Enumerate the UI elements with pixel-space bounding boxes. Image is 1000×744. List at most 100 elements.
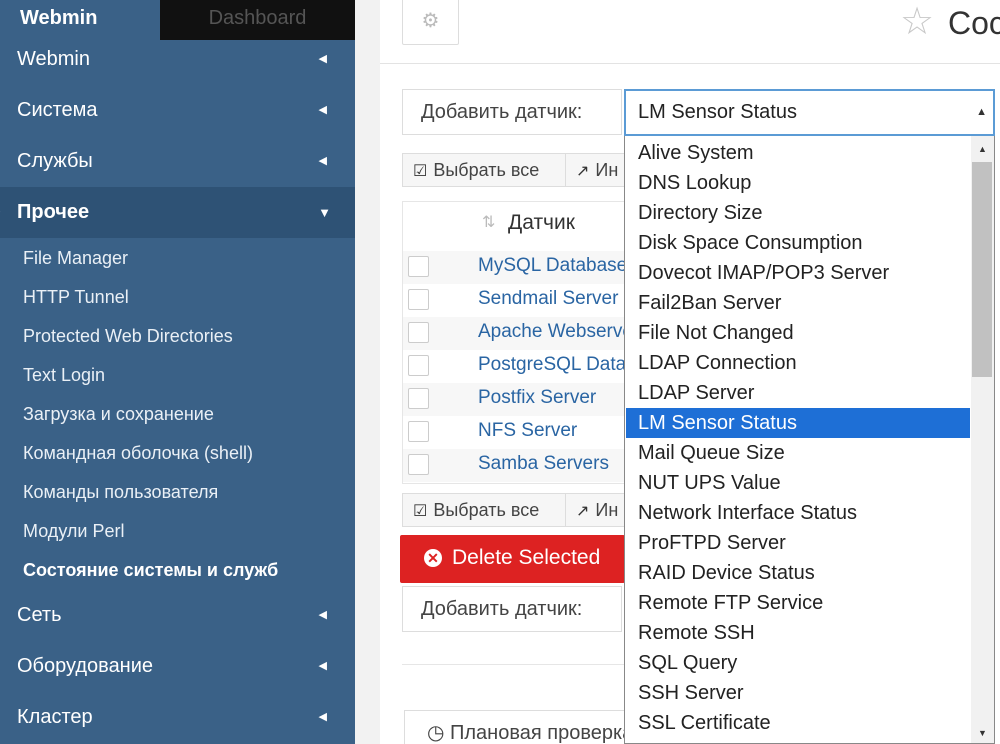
divider [402, 664, 642, 665]
table-row: Samba Servers [403, 449, 629, 482]
caret-left-icon: ◀ [318, 711, 327, 723]
sidebar: Webmin Dashboard • Webmin ◀ • Система ◀ … [0, 0, 355, 744]
category-label: Кластер [17, 706, 93, 728]
sidebar-category-webmin[interactable]: • Webmin ◀ [0, 34, 355, 85]
sensor-link[interactable]: Sendmail Server [478, 288, 618, 310]
gear-icon: ⚙ [421, 10, 440, 32]
sidebar-item-protected-web-directories[interactable]: Protected Web Directories [23, 317, 233, 356]
dropdown-option-selected[interactable]: LM Sensor Status [626, 408, 970, 438]
category-icon: • [0, 136, 1, 187]
category-label: Webmin [17, 48, 90, 70]
sidebar-category-other[interactable]: • Прочее ▼ [0, 187, 355, 238]
dropdown-option[interactable]: SSL Certificate [626, 708, 970, 738]
dropdown-option[interactable]: File Not Changed [626, 318, 970, 348]
sensor-link[interactable]: PostgreSQL Database Server [478, 354, 629, 376]
times-circle-icon: ✕ [424, 549, 442, 567]
check-square-icon: ☑ [413, 503, 428, 520]
sidebar-category-network[interactable]: • Сеть ◀ [0, 590, 355, 641]
select-all-button[interactable]: ☑ Выбрать все [402, 153, 566, 187]
sensor-type-dropdown[interactable]: Alive System DNS Lookup Directory Size D… [624, 136, 995, 744]
table-row: Postfix Server [403, 383, 629, 416]
dropdown-option[interactable]: SQL Query [626, 648, 970, 678]
sensors-table: ⇅ Датчик MySQL Database Server Sendmail … [402, 201, 630, 484]
add-sensor-label: Добавить датчик: [402, 89, 622, 135]
delete-selected-button[interactable]: ✕ Delete Selected [400, 535, 625, 583]
select-all-button[interactable]: ☑ Выбрать все [402, 493, 566, 527]
dropdown-option[interactable]: DNS Lookup [626, 168, 970, 198]
share-icon: ↗ [576, 503, 590, 520]
table-row: Sendmail Server [403, 284, 629, 317]
sensor-link[interactable]: NFS Server [478, 420, 577, 442]
sensor-type-selected: LM Sensor Status [638, 101, 797, 123]
caret-down-icon: ▼ [318, 205, 331, 220]
sidebar-category-system[interactable]: • Система ◀ [0, 85, 355, 136]
sidebar-item-system-status[interactable]: Состояние системы и служб [23, 551, 278, 590]
row-checkbox[interactable] [408, 355, 429, 376]
dropdown-option[interactable]: Dovecot IMAP/POP3 Server [626, 258, 970, 288]
module-config-button[interactable]: ⚙ [402, 0, 459, 45]
caret-up-icon: ▲ [976, 106, 987, 118]
select-all-label: Выбрать все [433, 500, 540, 520]
wrench-icon: • [0, 187, 1, 238]
dropdown-option[interactable]: SSH Server [626, 678, 970, 708]
sensor-link[interactable]: Apache Webserver [478, 321, 629, 343]
scroll-down-icon[interactable]: ▼ [978, 728, 987, 738]
sidebar-item-text-login[interactable]: Text Login [23, 356, 105, 395]
sidebar-item-file-manager[interactable]: File Manager [23, 239, 128, 278]
dropdown-option[interactable]: Directory Size [626, 198, 970, 228]
category-label: Оборудование [17, 655, 154, 677]
table-row: PostgreSQL Database Server [403, 350, 629, 383]
row-checkbox[interactable] [408, 289, 429, 310]
dropdown-option[interactable]: Disk Space Consumption [626, 228, 970, 258]
row-checkbox[interactable] [408, 421, 429, 442]
table-row: NFS Server [403, 416, 629, 449]
clock-icon: ◷ [427, 722, 445, 744]
top-bar: ⚙ ☆ Coc [380, 0, 1000, 64]
column-header-sensor[interactable]: Датчик [508, 211, 575, 235]
category-label: Прочее [17, 201, 90, 223]
dropdown-option[interactable]: Remote FTP Service [626, 588, 970, 618]
invert-label: Ин [595, 160, 619, 180]
scroll-up-icon[interactable]: ▲ [978, 144, 987, 154]
row-checkbox[interactable] [408, 256, 429, 277]
add-sensor-label-bottom: Добавить датчик: [402, 586, 622, 632]
sensor-link[interactable]: Samba Servers [478, 453, 609, 475]
caret-left-icon: ◀ [318, 104, 327, 116]
scrollbar-thumb[interactable] [972, 162, 992, 377]
dropdown-option[interactable]: Mail Queue Size [626, 438, 970, 468]
row-checkbox[interactable] [408, 454, 429, 475]
sidebar-item-shell[interactable]: Командная оболочка (shell) [23, 434, 253, 473]
dropdown-option[interactable]: Fail2Ban Server [626, 288, 970, 318]
dropdown-option[interactable]: ProFTPD Server [626, 528, 970, 558]
row-checkbox[interactable] [408, 388, 429, 409]
sensor-link[interactable]: MySQL Database Server [478, 255, 629, 277]
sidebar-item-http-tunnel[interactable]: HTTP Tunnel [23, 278, 129, 317]
category-icon: • [0, 692, 1, 743]
dropdown-option[interactable]: LDAP Server [626, 378, 970, 408]
sort-icon[interactable]: ⇅ [482, 212, 495, 232]
caret-left-icon: ◀ [318, 155, 327, 167]
dropdown-scrollbar[interactable]: ▲ ▼ [971, 136, 994, 743]
sensor-link[interactable]: Postfix Server [478, 387, 596, 409]
category-icon: • [0, 641, 1, 692]
dropdown-option[interactable]: NUT UPS Value [626, 468, 970, 498]
sidebar-category-cluster[interactable]: • Кластер ◀ [0, 692, 355, 743]
dropdown-option[interactable]: LDAP Connection [626, 348, 970, 378]
scheduled-check-button[interactable]: ◷ Плановая проверка [404, 710, 634, 744]
dropdown-option[interactable]: RAID Device Status [626, 558, 970, 588]
sidebar-item-perl-modules[interactable]: Модули Perl [23, 512, 125, 551]
sidebar-category-services[interactable]: • Службы ◀ [0, 136, 355, 187]
dropdown-option[interactable]: Network Interface Status [626, 498, 970, 528]
row-checkbox[interactable] [408, 322, 429, 343]
sensor-type-select[interactable]: LM Sensor Status ▲ [624, 89, 995, 136]
dropdown-option[interactable]: Alive System [626, 138, 970, 168]
share-icon: ↗ [576, 163, 590, 180]
dropdown-option[interactable]: Remote SSH [626, 618, 970, 648]
star-icon[interactable]: ☆ [900, 0, 934, 44]
category-label: Система [17, 99, 98, 121]
sidebar-item-custom-commands[interactable]: Команды пользователя [23, 473, 218, 512]
sidebar-item-upload-download[interactable]: Загрузка и сохранение [23, 395, 214, 434]
table-row: MySQL Database Server [403, 251, 629, 284]
caret-left-icon: ◀ [318, 660, 327, 672]
sidebar-category-hardware[interactable]: • Оборудование ◀ [0, 641, 355, 692]
